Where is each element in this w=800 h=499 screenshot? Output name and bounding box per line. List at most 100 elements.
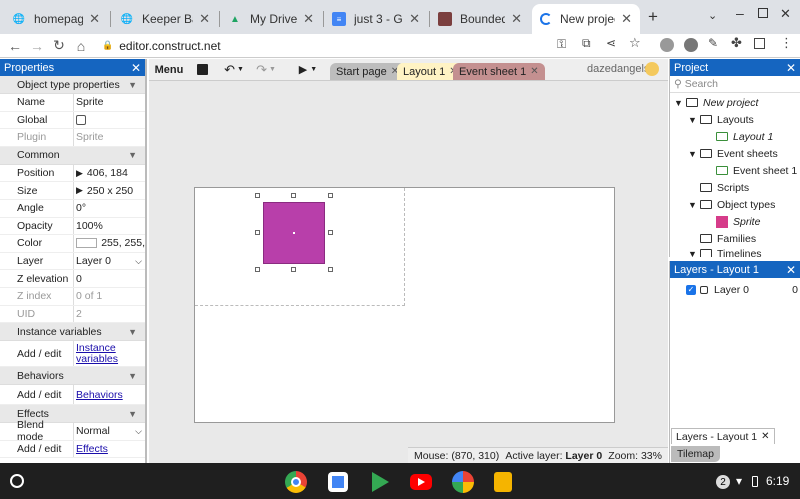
- section-object-type-properties[interactable]: Object type properties ▼: [0, 76, 145, 94]
- tree-item-timelines[interactable]: ▼ Timelines: [688, 245, 762, 257]
- tree-item-sprite[interactable]: Sprite: [716, 213, 760, 230]
- browser-tab-bounded-drag[interactable]: Bounded Drag ✕: [430, 4, 530, 34]
- resize-handle-s[interactable]: [291, 267, 296, 272]
- close-tab-icon[interactable]: ✕: [303, 11, 314, 27]
- clock[interactable]: 6:19: [766, 474, 789, 488]
- home-icon[interactable]: ⌂: [70, 35, 92, 57]
- close-window-icon[interactable]: ✕: [780, 6, 791, 22]
- pen-icon[interactable]: ✎: [708, 36, 718, 50]
- key-icon[interactable]: ⚿: [557, 37, 566, 52]
- tree-item-scripts[interactable]: Scripts: [700, 179, 749, 196]
- close-icon[interactable]: ✕: [786, 263, 796, 277]
- close-tab-icon[interactable]: ✕: [199, 11, 210, 27]
- instance-variables-link[interactable]: Instance variables: [74, 341, 145, 366]
- photos-icon[interactable]: [452, 471, 474, 493]
- battery-icon[interactable]: [752, 476, 758, 487]
- tree-item-event-sheets[interactable]: ▼ Event sheets: [688, 145, 778, 162]
- redo-icon[interactable]: ↷ ▼: [253, 59, 279, 80]
- close-icon[interactable]: ✕: [131, 61, 141, 75]
- tree-item-layouts[interactable]: ▼ Layouts: [688, 111, 754, 128]
- tree-item-root[interactable]: ▼ New project: [674, 94, 758, 111]
- calendar-icon[interactable]: [328, 472, 348, 492]
- resize-handle-se[interactable]: [328, 267, 333, 272]
- resize-handle-ne[interactable]: [328, 193, 333, 198]
- properties-panel: Properties ✕ Object type properties ▼ Nam…: [0, 59, 147, 463]
- expand-icon[interactable]: ▶: [76, 168, 83, 179]
- folder-icon: [700, 234, 712, 243]
- browser-tab-new-project[interactable]: New project - C ✕: [532, 4, 640, 34]
- tab-start-page[interactable]: Start page ✕: [330, 63, 406, 80]
- tab-layers[interactable]: Layers - Layout 1 ✕: [671, 428, 775, 444]
- more-menu-icon[interactable]: ⋮: [780, 35, 793, 51]
- minimize-icon[interactable]: –: [736, 5, 744, 21]
- layout-canvas[interactable]: [194, 187, 615, 423]
- browser-tab-keeper-bay[interactable]: 🌐 Keeper Bay Ga ✕: [112, 4, 218, 34]
- tab-tilemap[interactable]: Tilemap: [671, 446, 720, 462]
- section-instance-variables[interactable]: Instance variables ▼: [0, 323, 145, 342]
- launcher-icon[interactable]: [10, 474, 24, 488]
- browser-tab-just-3[interactable]: ≡ just 3 - Google ✕: [324, 4, 428, 34]
- section-common[interactable]: Common ▼: [0, 146, 145, 165]
- close-tab-icon[interactable]: ✕: [89, 11, 100, 27]
- wifi-icon[interactable]: ▾: [736, 474, 742, 488]
- forward-icon[interactable]: →: [26, 35, 48, 57]
- tree-item-layout-1[interactable]: Layout 1: [716, 128, 773, 145]
- notification-badge[interactable]: 2: [716, 475, 730, 489]
- layer-row[interactable]: ✓ Layer 0 0: [686, 281, 798, 298]
- section-behaviors[interactable]: Behaviors ▼: [0, 367, 145, 386]
- layout-view[interactable]: [149, 81, 668, 463]
- effects-link[interactable]: Effects: [74, 441, 145, 458]
- close-tab-icon[interactable]: ✕: [409, 11, 420, 27]
- resize-handle-nw[interactable]: [255, 193, 260, 198]
- tree-item-object-types[interactable]: ▼ Object types: [688, 196, 775, 213]
- close-icon[interactable]: ✕: [786, 61, 796, 75]
- close-icon[interactable]: ✕: [530, 66, 538, 77]
- open-in-app-icon[interactable]: ⧉: [582, 36, 591, 51]
- extension-badge-icon[interactable]: [684, 38, 698, 52]
- undo-icon[interactable]: ↶ ▼: [221, 59, 247, 80]
- resize-handle-n[interactable]: [291, 193, 296, 198]
- url-field[interactable]: 🔒 editor.construct.net: [102, 39, 221, 53]
- chrome-icon[interactable]: [285, 471, 307, 493]
- tab-search-icon[interactable]: ⌄: [708, 9, 717, 22]
- lock-icon[interactable]: [700, 285, 708, 294]
- close-tab-icon[interactable]: ✕: [511, 11, 522, 27]
- close-tab-icon[interactable]: ✕: [621, 11, 632, 27]
- browser-tab-homepage[interactable]: 🌐 homepage ✕: [4, 4, 108, 34]
- browser-tab-my-drive[interactable]: ▲ My Drive - Goo ✕: [220, 4, 322, 34]
- mouse-position: Mouse: (870, 310): [414, 449, 500, 462]
- global-checkbox[interactable]: [76, 114, 86, 125]
- color-swatch[interactable]: [76, 238, 98, 249]
- save-icon[interactable]: [193, 59, 211, 80]
- puzzle-icon[interactable]: ✤: [731, 35, 742, 51]
- reload-icon[interactable]: ↻: [48, 35, 70, 57]
- extension-icon[interactable]: [660, 38, 674, 52]
- close-icon[interactable]: ✕: [761, 431, 769, 442]
- files-icon[interactable]: [494, 472, 512, 492]
- layer-select[interactable]: Layer 0 ⌵: [74, 253, 145, 270]
- sprite-instance[interactable]: [263, 202, 325, 264]
- menu-button[interactable]: Menu: [151, 59, 187, 80]
- tab-event-sheet-1[interactable]: Event sheet 1 ✕: [453, 63, 545, 80]
- bookmark-star-icon[interactable]: ☆: [629, 35, 641, 51]
- new-tab-button[interactable]: +: [648, 7, 658, 27]
- layer-visible-checkbox[interactable]: ✓: [686, 284, 696, 295]
- youtube-icon[interactable]: [410, 474, 432, 490]
- blend-mode-select[interactable]: Normal ⌵: [74, 423, 145, 440]
- username[interactable]: dazedangels: [587, 63, 649, 75]
- back-icon[interactable]: ←: [4, 35, 26, 57]
- behaviors-link[interactable]: Behaviors: [74, 385, 145, 404]
- project-search[interactable]: ⚲ Search: [670, 76, 800, 93]
- expand-icon[interactable]: ▶: [76, 185, 83, 196]
- tree-item-event-sheet-1[interactable]: Event sheet 1: [716, 162, 797, 179]
- avatar[interactable]: [645, 62, 659, 76]
- properties-header: Properties ✕: [0, 59, 145, 76]
- resize-handle-e[interactable]: [328, 230, 333, 235]
- play-store-icon[interactable]: [369, 471, 391, 493]
- side-panel-icon[interactable]: [754, 38, 765, 49]
- share-icon[interactable]: ⋖: [606, 36, 616, 50]
- resize-handle-sw[interactable]: [255, 267, 260, 272]
- play-icon[interactable]: ▶ ▼: [295, 59, 321, 80]
- resize-handle-w[interactable]: [255, 230, 260, 235]
- maximize-icon[interactable]: [758, 8, 768, 18]
